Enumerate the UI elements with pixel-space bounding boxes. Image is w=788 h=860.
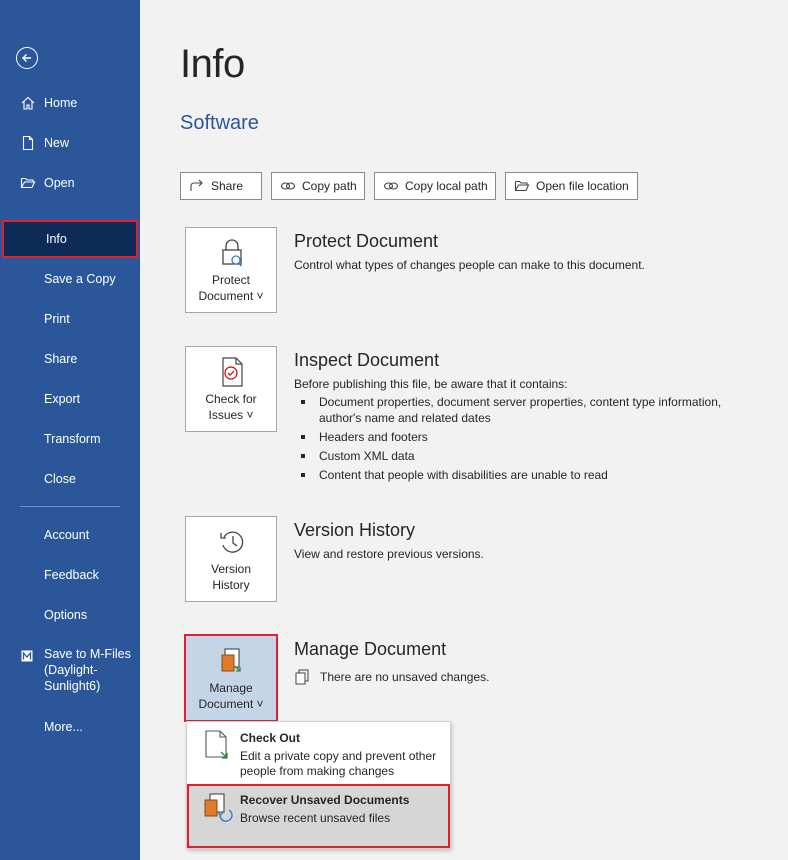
recover-unsaved-description: Browse recent unsaved files: [240, 811, 391, 825]
sidebar-item-label: Save a Copy: [44, 272, 116, 286]
open-file-location-label: Open file location: [536, 179, 629, 193]
version-history-title: Version History: [294, 520, 416, 540]
check-out-description: Edit a private copy and prevent other pe…: [240, 749, 437, 778]
sidebar-item-label: Home: [44, 96, 78, 110]
share-button-label: Share: [211, 179, 244, 193]
protect-document-description: Control what types of changes people can…: [294, 258, 645, 272]
version-history-button[interactable]: Version History: [185, 516, 277, 602]
list-item: Content that people with disabilities ar…: [300, 467, 740, 483]
sidebar-item-label: Options: [44, 608, 88, 622]
sidebar-item-save-to-m-files[interactable]: Save to M-Files (Daylight-Sunlight6): [0, 646, 140, 696]
manage-document-title: Manage Document: [294, 639, 447, 659]
sidebar-item-label: Save to M-Files (Daylight-Sunlight6): [44, 647, 131, 693]
link-icon: [383, 182, 399, 190]
manage-document-menu: Check Out Edit a private copy and preven…: [186, 721, 451, 849]
sidebar-item-label: Share: [44, 352, 78, 366]
page-title: Info: [180, 42, 245, 86]
protect-document-label: Protect Document ˅: [186, 272, 276, 304]
copy-local-path-label: Copy local path: [405, 179, 488, 193]
recover-unsaved-title: Recover Unsaved Documents: [240, 793, 410, 807]
list-item: Headers and footers: [300, 429, 740, 445]
check-out-title: Check Out: [240, 731, 301, 745]
sidebar-item-label: Account: [44, 528, 90, 542]
manage-document-icon: [221, 648, 241, 672]
version-label-line2: History: [212, 578, 250, 592]
home-icon: [21, 96, 35, 110]
inspect-document-icon: [222, 357, 243, 387]
check-for-issues-label: Check for Issues ˅: [186, 391, 276, 423]
sidebar-item-label: Open: [44, 176, 75, 190]
version-label-line1: Version: [210, 562, 252, 576]
protect-document-title: Protect Document: [294, 231, 439, 251]
mfiles-icon: [21, 650, 33, 662]
folder-open-icon: [514, 180, 530, 192]
sidebar-item-share[interactable]: Share: [0, 340, 140, 378]
sidebar-divider: [20, 506, 120, 507]
protect-label-line2: Document ˅: [198, 289, 264, 303]
sidebar-item-label: Feedback: [44, 568, 99, 582]
sidebar-item-label: Close: [44, 472, 76, 486]
history-clock-icon: [220, 531, 244, 553]
recover-unsaved-documents-menu-item[interactable]: Recover Unsaved Documents Browse recent …: [187, 784, 450, 848]
sidebar-item-label: Export: [44, 392, 81, 406]
new-document-icon: [22, 135, 34, 151]
sidebar-item-save-a-copy[interactable]: Save a Copy: [0, 260, 140, 298]
recover-unsaved-icon: [204, 793, 233, 822]
sidebar-item-open[interactable]: Open: [0, 164, 140, 202]
sidebar-item-account[interactable]: Account: [0, 516, 140, 554]
inspect-label-line1: Check for: [205, 392, 257, 406]
manage-document-label: Manage Document ˅: [186, 680, 276, 712]
sidebar-item-options[interactable]: Options: [0, 596, 140, 634]
share-icon: [190, 179, 203, 191]
backstage-sidebar: Home New Open Info Save a Copy Print Sha…: [0, 0, 140, 860]
protect-document-button[interactable]: Protect Document ˅: [185, 227, 277, 313]
sidebar-item-info[interactable]: Info: [2, 220, 138, 258]
sidebar-item-close[interactable]: Close: [0, 460, 140, 498]
sidebar-item-home[interactable]: Home: [0, 84, 140, 122]
manage-document-description: There are no unsaved changes.: [320, 670, 490, 684]
sidebar-item-label: Transform: [44, 432, 101, 446]
inspect-document-description: Before publishing this file, be aware th…: [294, 377, 568, 391]
link-icon: [280, 182, 296, 190]
list-item: Document properties, document server pro…: [300, 394, 740, 426]
sidebar-item-label: Print: [44, 312, 70, 326]
document-name: Software: [180, 112, 259, 134]
lock-icon: [222, 239, 243, 267]
copy-path-button[interactable]: Copy path: [271, 172, 365, 200]
sidebar-item-label: More...: [44, 720, 83, 734]
sidebar-item-transform[interactable]: Transform: [0, 420, 140, 458]
inspect-document-title: Inspect Document: [294, 350, 440, 370]
manage-label-line2: Document ˅: [198, 697, 264, 711]
protect-label-line1: Protect: [211, 273, 250, 287]
version-history-label: Version History: [186, 561, 276, 593]
folder-open-icon: [20, 177, 36, 189]
manage-label-line1: Manage: [209, 681, 253, 695]
copy-local-path-button[interactable]: Copy local path: [374, 172, 496, 200]
inspect-bullet-list: Document properties, document server pro…: [300, 394, 740, 486]
check-out-icon: [205, 730, 228, 759]
check-for-issues-button[interactable]: Check for Issues ˅: [185, 346, 277, 432]
sidebar-item-more[interactable]: More...: [0, 708, 140, 746]
manage-document-button[interactable]: Manage Document ˅: [184, 634, 278, 722]
back-button[interactable]: [16, 47, 38, 69]
share-button[interactable]: Share: [180, 172, 262, 200]
sidebar-item-new[interactable]: New: [0, 124, 140, 162]
sidebar-item-label: Info: [46, 232, 67, 246]
document-status-icon: [295, 669, 309, 685]
inspect-label-line2: Issues ˅: [208, 408, 254, 422]
sidebar-item-print[interactable]: Print: [0, 300, 140, 338]
copy-path-label: Copy path: [302, 179, 357, 193]
check-out-menu-item[interactable]: Check Out Edit a private copy and preven…: [187, 722, 450, 784]
list-item: Custom XML data: [300, 448, 740, 464]
arrow-left-icon: [22, 54, 31, 62]
version-history-description: View and restore previous versions.: [294, 547, 484, 561]
sidebar-item-label: New: [44, 136, 70, 150]
sidebar-item-export[interactable]: Export: [0, 380, 140, 418]
open-file-location-button[interactable]: Open file location: [505, 172, 638, 200]
sidebar-item-feedback[interactable]: Feedback: [0, 556, 140, 594]
